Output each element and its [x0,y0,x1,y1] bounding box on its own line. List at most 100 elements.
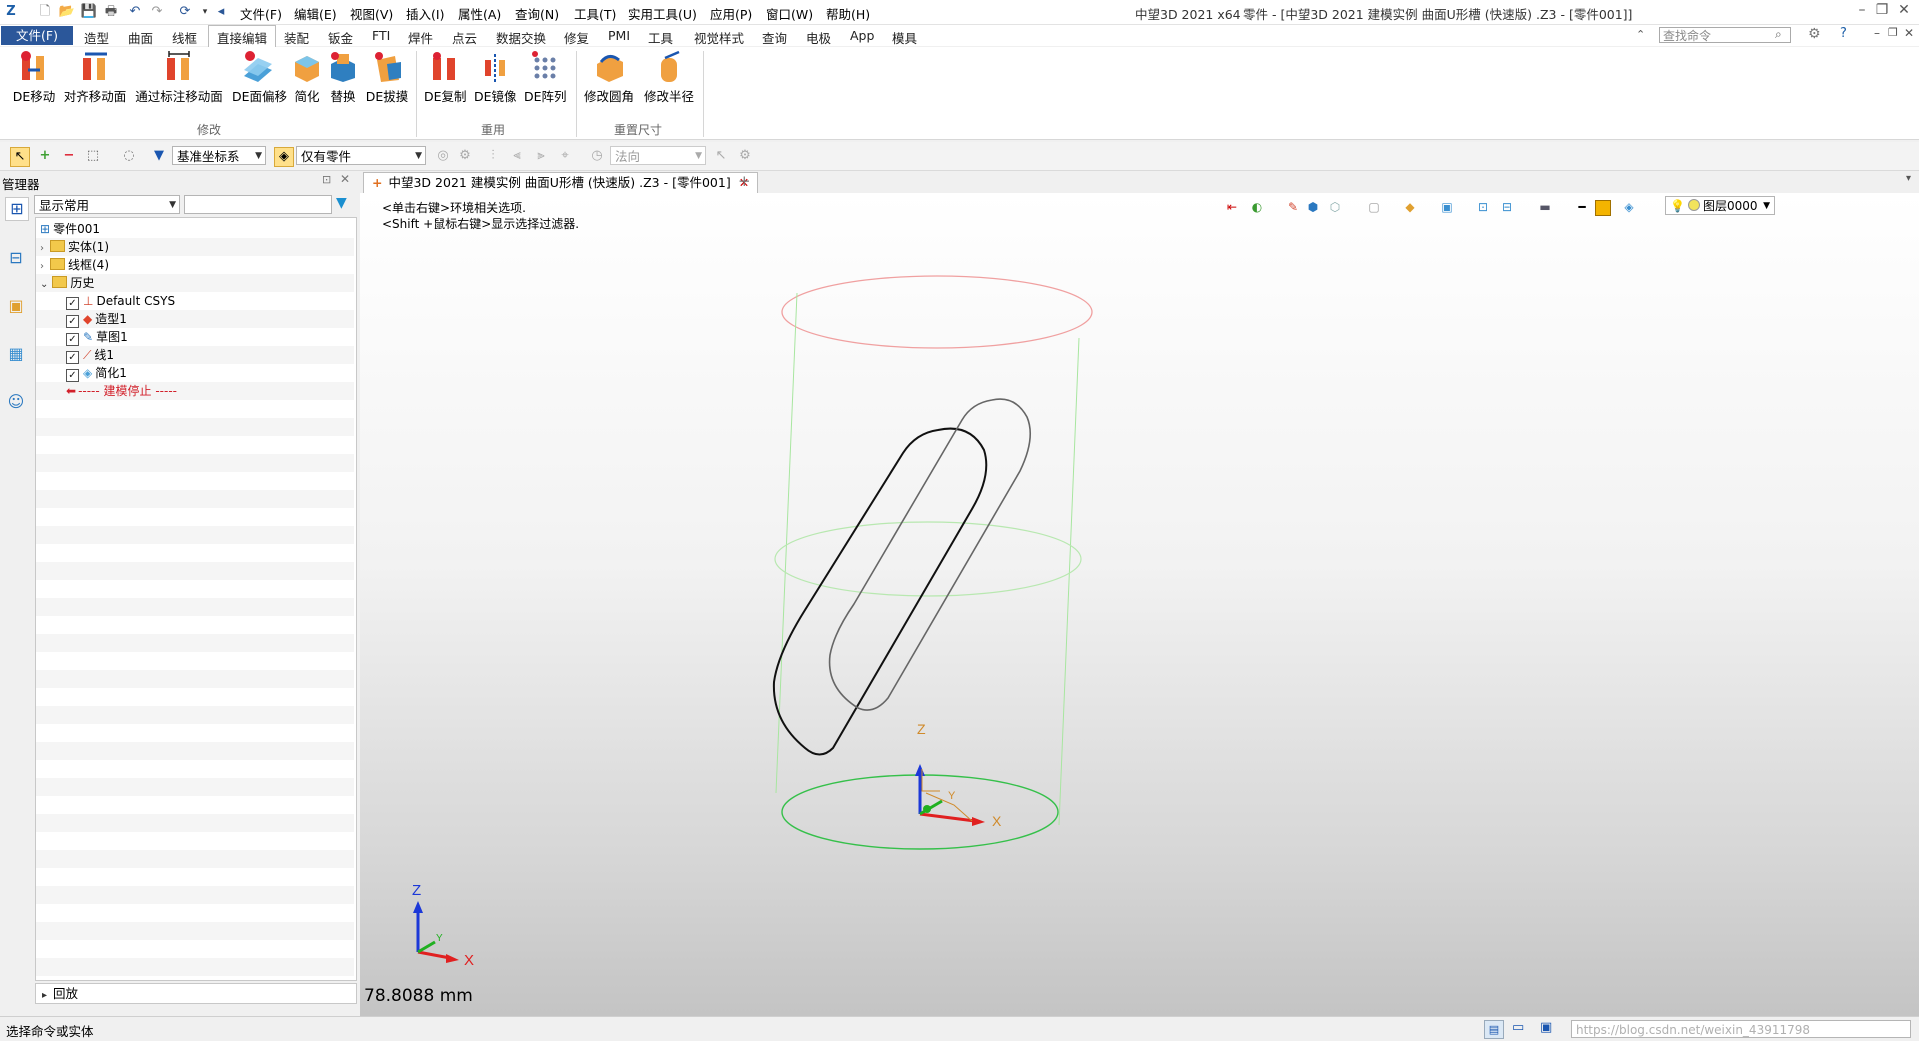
csys-combo[interactable]: 基准坐标系 ▼ [172,146,266,165]
picture-icon[interactable]: ▦ [5,343,27,365]
tree-node-solid[interactable]: › 实体(1) [36,238,358,256]
tab-tools[interactable]: 工具 [648,28,673,47]
direction-combo[interactable]: 法向 ▼ [610,146,706,165]
tab-repair[interactable]: 修复 [564,28,589,47]
de-pattern-button[interactable]: DE阵列 [524,50,567,105]
de-copy-button[interactable]: DE复制 [424,50,467,105]
replace-button[interactable]: 替换 [326,50,360,105]
monitor-icon[interactable]: ▭ [1512,1020,1524,1035]
visibility-checkbox[interactable]: ✓ [66,315,79,328]
tab-direct-edit[interactable]: 直接编辑 [208,25,277,48]
chevron-right-icon[interactable]: › [40,261,44,272]
align-move-face-button[interactable]: 对齐移动面 [62,50,128,105]
tab-surface[interactable]: 曲面 [128,28,153,47]
open-folder-icon[interactable]: 📂 [58,3,76,21]
collapse-ribbon-icon[interactable]: ⌃ [1636,28,1645,41]
selection-filter-combo[interactable]: 仅有零件 ▼ [296,146,426,165]
tab-electrode[interactable]: 电极 [806,28,831,47]
align-right-icon[interactable]: ⫸ [532,147,550,165]
assembly-manager-icon[interactable]: ⊟ [5,247,27,269]
de-mirror-button[interactable]: DE镜像 [474,50,517,105]
doc-minimize-icon[interactable]: – [1874,26,1880,40]
help-icon[interactable]: ? [1840,26,1847,41]
pin-icon[interactable]: ⌖ [556,147,574,165]
snap-icon[interactable]: ◎ [434,147,452,165]
tab-app[interactable]: App [850,28,874,43]
visibility-checkbox[interactable]: ✓ [66,333,79,346]
doc-restore-icon[interactable]: ❐ [1888,26,1898,39]
cursor-settings-icon[interactable]: ⚙ [736,147,754,165]
menu-tools[interactable]: 工具(T) [574,4,616,23]
menu-edit[interactable]: 编辑(E) [294,4,337,23]
clock-icon[interactable]: ◷ [588,147,606,165]
tab-assembly[interactable]: 装配 [284,28,309,47]
gear-icon[interactable]: ⚙ [1808,26,1821,42]
restore-icon[interactable]: ❐ [1872,2,1892,18]
file-menu-button[interactable]: 文件(F) [1,26,73,45]
box-select-icon[interactable]: ⬚ [84,147,102,165]
filter-icon[interactable]: ▼ [336,195,347,211]
tab-mold[interactable]: 模具 [892,28,917,47]
tab-data-exchange[interactable]: 数据交换 [496,28,546,47]
cursor-icon[interactable]: ↖ [712,147,730,165]
menu-file[interactable]: 文件(F) [240,4,282,23]
print-icon[interactable]: 🖶 [102,3,120,21]
user-icon[interactable]: ☺ [5,391,27,413]
menu-utilities[interactable]: 实用工具(U) [628,4,697,23]
modify-radius-button[interactable]: 修改半径 [642,50,696,105]
tree-root[interactable]: ⊞ 零件001 [36,220,358,238]
tab-point-cloud[interactable]: 点云 [452,28,477,47]
visibility-checkbox[interactable]: ✓ [66,297,79,310]
menu-help[interactable]: 帮助(H) [826,4,870,23]
modify-fillet-button[interactable]: 修改圆角 [582,50,636,105]
add-icon[interactable]: + [36,147,54,165]
window-icon[interactable]: ▣ [1540,1020,1552,1035]
filter-icon[interactable]: ▼ [150,147,168,165]
playback-bar[interactable]: ▸ 回放 [35,983,357,1004]
pin-icon[interactable]: ⊡ [322,173,331,186]
history-manager-icon[interactable]: ⊞ [5,197,29,221]
regenerate-icon[interactable]: ⟳ [176,3,194,21]
history-item-shape[interactable]: ✓ ◆ 造型1 [36,310,384,328]
remove-icon[interactable]: − [60,147,78,165]
doc-close-icon[interactable]: ✕ [1904,26,1914,40]
menu-attribute[interactable]: 属性(A) [458,4,501,23]
tab-wireframe[interactable]: 线框 [172,28,197,47]
align-left-icon[interactable]: ⫷ [508,147,526,165]
new-tab-icon[interactable]: + [738,172,751,190]
new-file-icon[interactable]: 🗋 [36,3,54,21]
menu-view[interactable]: 视图(V) [350,4,393,23]
menu-apps[interactable]: 应用(P) [710,4,752,23]
save-icon[interactable]: 💾 [80,3,98,21]
de-move-button[interactable]: DE移动 [12,50,56,105]
tab-sheet-metal[interactable]: 钣金 [328,28,353,47]
tab-pmi[interactable]: PMI [608,28,630,43]
layout-icon[interactable]: ▤ [1484,1020,1504,1039]
document-tab[interactable]: + 中望3D 2021 建模实例 曲面U形槽 (快速版) .Z3 - [零件001… [363,172,759,193]
history-item-csys[interactable]: ✓ ⊥ Default CSYS [36,292,384,310]
tab-modeling[interactable]: 造型 [84,28,109,47]
de-face-offset-button[interactable]: DE面偏移 [232,50,287,105]
tab-visual-style[interactable]: 视觉样式 [694,28,744,47]
tab-list-icon[interactable]: ▾ [1906,173,1911,184]
chevron-right-icon[interactable]: › [40,243,44,254]
tree-node-wireframe[interactable]: › 线框(4) [36,256,358,274]
close-panel-icon[interactable]: ✕ [340,172,350,186]
display-filter-combo[interactable]: 显示常用 ▼ [34,195,180,214]
tab-inquire[interactable]: 查询 [762,28,787,47]
tab-weldment[interactable]: 焊件 [408,28,433,47]
back-arrow-icon[interactable]: ◂ [212,3,230,21]
undo-icon[interactable]: ↶ [126,3,144,21]
visibility-checkbox[interactable]: ✓ [66,351,79,364]
command-input-field[interactable]: https://blog.csdn.net/weixin_43911798 [1571,1020,1911,1038]
command-search-input[interactable]: 查找命令 [1659,27,1791,43]
history-item-simplify[interactable]: ✓ ◈ 简化1 [36,364,384,382]
move-face-by-dimension-button[interactable]: 通过标注移动面 [134,50,224,105]
part-icon[interactable]: ▣ [5,295,27,317]
snap-settings-icon[interactable]: ⚙ [456,147,474,165]
3d-viewport[interactable]: <单击右键>环境相关选项. <Shift +鼠标右键>显示选择过滤器. ⇤ ◐ … [360,193,1919,1016]
redo-icon[interactable]: ↷ [148,3,166,21]
simplify-button[interactable]: 简化 [290,50,324,105]
history-item-sketch[interactable]: ✓ ✎ 草图1 [36,328,384,346]
close-icon[interactable]: ✕ [1894,2,1914,18]
